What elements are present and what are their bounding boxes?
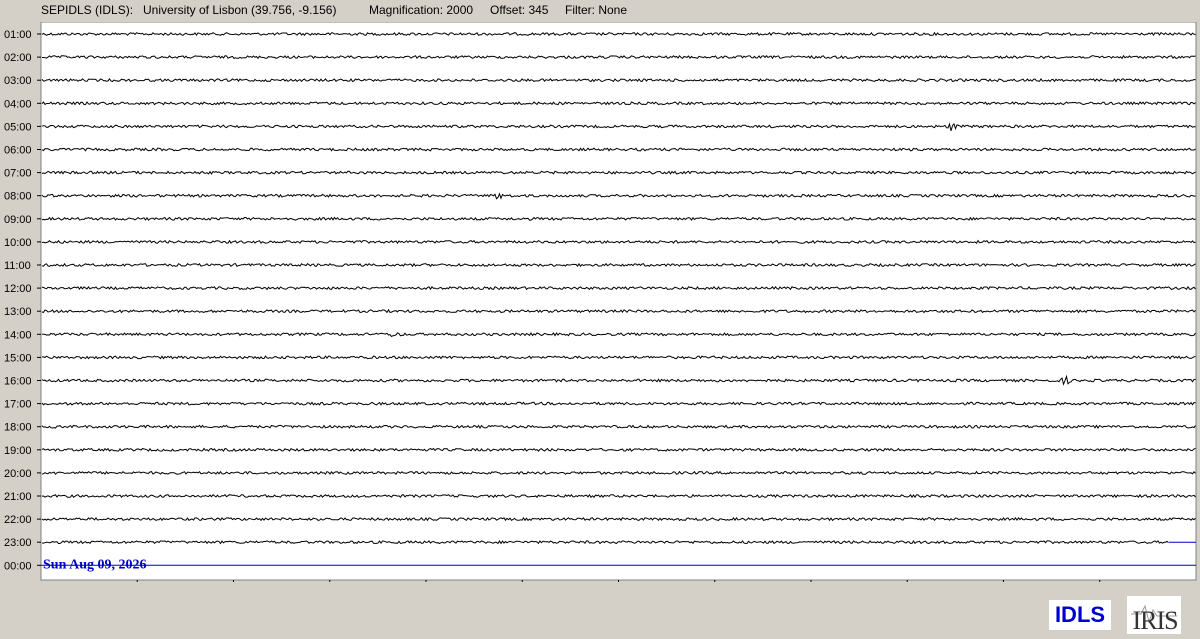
row-label: 09:00	[4, 214, 32, 226]
offset-readout: Offset: 345	[490, 3, 549, 17]
row-label: 21:00	[4, 491, 32, 503]
date-label: Sun Aug 09, 2026	[43, 557, 146, 572]
row-label: 12:00	[4, 283, 32, 295]
idls-logo: IDLS	[1049, 600, 1111, 630]
row-label: 02:00	[4, 52, 32, 64]
station-institution: University of Lisbon (39.756, -9.156)	[143, 3, 337, 17]
row-label: 05:00	[4, 121, 32, 133]
row-label: 07:00	[4, 168, 32, 180]
row-label: 11:00	[4, 260, 31, 272]
row-label: 22:00	[4, 514, 32, 526]
row-label: 00:00	[4, 560, 32, 572]
row-label: 17:00	[4, 399, 32, 411]
row-label: 03:00	[4, 75, 32, 87]
row-label: 23:00	[4, 537, 32, 549]
row-label: 06:00	[4, 145, 32, 157]
row-label: 13:00	[4, 306, 32, 318]
header-bar: SEPIDLS (IDLS): University of Lisbon (39…	[0, 0, 1200, 22]
row-label: 01:00	[4, 29, 32, 41]
row-label: 20:00	[4, 468, 32, 480]
filter-readout: Filter: None	[565, 3, 628, 17]
station-code: SEPIDLS (IDLS):	[41, 3, 134, 17]
row-label: 10:00	[4, 237, 32, 249]
row-label: 16:00	[4, 376, 32, 388]
magnification-readout: Magnification: 2000	[369, 3, 474, 17]
row-label: 14:00	[4, 329, 32, 341]
row-label: 08:00	[4, 191, 32, 203]
row-label: 18:00	[4, 422, 32, 434]
iris-logo-text: IRIS	[1132, 606, 1178, 635]
helicorder-plot: 01:00 02:00 03:00 04:00 05:00 06:00 07:00 08:00…	[0, 22, 1200, 582]
row-label: 04:00	[4, 98, 32, 110]
row-label: 15:00	[4, 352, 32, 364]
row-label: 19:00	[4, 445, 32, 457]
helicorder-svg: 01:00 02:00 03:00 04:00 05:00 06:00 07:00 08:00…	[4, 22, 1197, 582]
